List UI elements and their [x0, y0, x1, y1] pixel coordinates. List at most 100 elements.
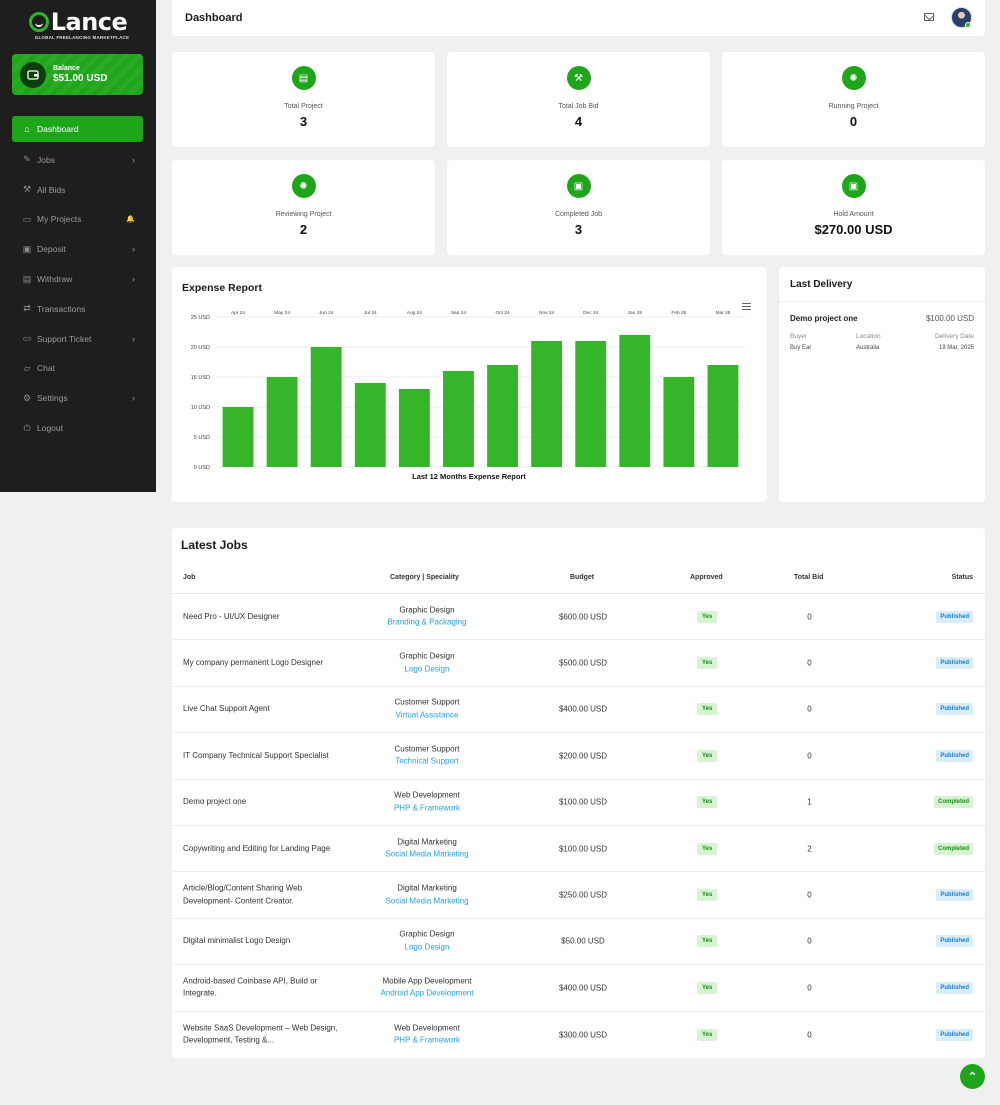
stat-label: Hold Amount — [833, 211, 874, 218]
gavel-icon: ⚒ — [566, 66, 591, 90]
delivery-project-name[interactable]: Demo project one — [790, 314, 858, 323]
job-category-cell: Digital Marketing Social Media Marketing — [352, 883, 502, 908]
job-speciality-link[interactable]: Branding & Packaging — [352, 617, 502, 630]
sidebar-item-transactions[interactable]: ⇄ Transactions — [12, 294, 143, 324]
x-axis-title: Last 12 Months Expense Report — [412, 472, 526, 481]
job-speciality-link[interactable]: Logo Design — [352, 941, 502, 954]
job-total-bid: 2 — [807, 844, 812, 854]
sidebar-item-label: All Bids — [37, 184, 66, 195]
spinner-icon: ✺ — [841, 66, 866, 90]
expense-report-card: Expense Report 25 USD 20 USD 15 USD 10 USD 5… — [172, 267, 767, 502]
job-speciality-link[interactable]: Social Media Marketing — [352, 895, 502, 908]
x-tick-label: Mar 25 — [715, 310, 730, 316]
sidebar-item-label: Logout — [37, 423, 63, 434]
col-header-status: Status — [951, 574, 973, 581]
job-title[interactable]: Website SaaS Development – Web Design, D… — [183, 1022, 343, 1047]
stat-card-total-project: ▤ Total Project 3 — [172, 52, 435, 147]
stat-label: Completed Job — [554, 211, 603, 218]
table-row[interactable]: Website SaaS Development – Web Design, D… — [172, 1012, 985, 1058]
job-title[interactable]: My company permanent Logo Designer — [183, 657, 343, 670]
chevron-right-icon: › — [132, 274, 135, 285]
status-badge: Published — [936, 610, 973, 623]
stat-label: Total Project — [284, 103, 323, 110]
job-category: Digital Marketing — [397, 837, 457, 847]
table-row[interactable]: Article/Blog/Content Sharing Web Develop… — [172, 872, 985, 919]
job-speciality-link[interactable]: PHP & Framework — [352, 802, 502, 815]
job-budget: $100.00 USD — [558, 797, 608, 807]
job-title[interactable]: Article/Blog/Content Sharing Web Develop… — [183, 883, 343, 908]
job-speciality-link[interactable]: Virtual Assistance — [352, 709, 502, 722]
brand-name: Lance — [50, 8, 128, 36]
job-category: Graphic Design — [399, 929, 455, 939]
sidebar-item-all-bids[interactable]: ⚒ All Bids — [12, 175, 143, 205]
table-row[interactable]: Demo project one Web Development PHP & Fra… — [172, 780, 985, 826]
job-budget: $400.00 USD — [558, 704, 608, 714]
job-category: Customer Support — [394, 697, 460, 707]
home-icon: ⌂ — [24, 124, 30, 134]
table-row[interactable]: Copywriting and Editing for Landing Page… — [172, 826, 985, 873]
x-tick-label: Feb 25 — [671, 310, 686, 316]
job-speciality-link[interactable]: Social Media Marketing — [352, 849, 502, 862]
x-tick-label: Dec 24 — [583, 310, 599, 316]
job-speciality-link[interactable]: PHP & Framework — [352, 1035, 502, 1048]
page-title: Dashboard — [185, 12, 243, 24]
job-total-bid: 0 — [807, 1030, 812, 1040]
chart-bar — [222, 407, 254, 467]
chart-bar — [707, 365, 739, 467]
y-tick-label: 10 USD — [191, 405, 210, 411]
stat-value: 0 — [849, 114, 858, 129]
job-speciality-link[interactable]: Technical Support — [352, 756, 502, 769]
table-row[interactable]: Need Pro - UI/UX Designer Graphic Design B… — [172, 594, 985, 641]
job-title[interactable]: Android-based Coinbase API, Build or Int… — [183, 975, 343, 1000]
job-budget: $500.00 USD — [558, 658, 608, 668]
job-speciality-link[interactable]: Logo Design — [352, 663, 502, 676]
table-row[interactable]: Digital minimalist Logo Design Graphic De… — [172, 919, 985, 966]
job-budget: $600.00 USD — [558, 612, 608, 622]
job-title[interactable]: Live Chat Support Agent — [183, 703, 343, 716]
sidebar-item-my-projects[interactable]: ▭ My Projects 🔔 — [12, 205, 143, 235]
chart-bar — [575, 341, 607, 467]
y-tick-label: 20 USD — [191, 345, 210, 351]
sidebar-item-settings[interactable]: ⚙ Settings › — [12, 383, 143, 413]
table-row[interactable]: Android-based Coinbase API, Build or Int… — [172, 965, 985, 1012]
status-badge: Published — [936, 703, 973, 716]
job-category: Digital Marketing — [397, 883, 457, 893]
job-category-cell: Graphic Design Logo Design — [352, 651, 502, 676]
job-speciality-link[interactable]: Android App Development — [352, 988, 502, 1001]
chart-bar — [663, 377, 695, 467]
table-row[interactable]: My company permanent Logo Designer Graphi… — [172, 640, 985, 687]
sidebar-item-label: My Projects — [37, 214, 82, 225]
stat-card-reviewing-project: ✺ Reviewing Project 2 — [172, 160, 435, 255]
delivery-date-value: 19 Mar, 2025 — [938, 345, 974, 351]
sidebar-item-jobs[interactable]: ✎ Jobs › — [12, 145, 143, 175]
status-badge: Published — [936, 935, 973, 948]
job-category-cell: Graphic Design Branding & Packaging — [352, 604, 502, 629]
sidebar-item-chat[interactable]: ▱ Chat — [12, 354, 143, 384]
sidebar-item-support-ticket[interactable]: ▭ Support Ticket › — [12, 324, 143, 354]
sidebar: Lance GLOBAL FREELANCING MARKETPLACE Bal… — [0, 0, 156, 492]
job-total-bid: 0 — [807, 704, 812, 714]
chart-bar — [354, 383, 386, 467]
table-row[interactable]: Live Chat Support Agent Customer Support V… — [172, 687, 985, 734]
balance-card: Balance $51.00 USD — [12, 54, 143, 95]
job-title[interactable]: Need Pro - UI/UX Designer — [183, 610, 343, 623]
approved-badge: Yes — [697, 610, 718, 623]
status-badge: Published — [936, 749, 973, 762]
job-title[interactable]: Demo project one — [183, 796, 343, 809]
sidebar-item-deposit[interactable]: ▣ Deposit › — [12, 234, 143, 264]
sidebar-item-logout[interactable]: ⏻ Logout — [12, 413, 143, 443]
scroll-to-top-button[interactable]: ⌃ — [960, 1064, 985, 1089]
chart-bar — [487, 365, 518, 467]
job-title[interactable]: IT Company Technical Support Specialist — [183, 750, 343, 763]
stat-value: $270.00 USD — [814, 222, 893, 237]
cash-icon: ▤ — [22, 273, 32, 284]
mail-icon[interactable] — [924, 13, 934, 21]
link-icon: ✎ — [23, 154, 31, 165]
sidebar-item-dashboard[interactable]: ⌂ Dashboard — [12, 116, 143, 142]
approved-badge: Yes — [697, 703, 718, 716]
job-title[interactable]: Copywriting and Editing for Landing Page — [183, 842, 343, 855]
brand-logo[interactable]: Lance GLOBAL FREELANCING MARKETPLACE — [0, 0, 156, 44]
table-row[interactable]: IT Company Technical Support Specialist C… — [172, 733, 985, 780]
sidebar-item-withdraw[interactable]: ▤ Withdraw › — [12, 264, 143, 294]
job-title[interactable]: Digital minimalist Logo Design — [183, 935, 343, 948]
